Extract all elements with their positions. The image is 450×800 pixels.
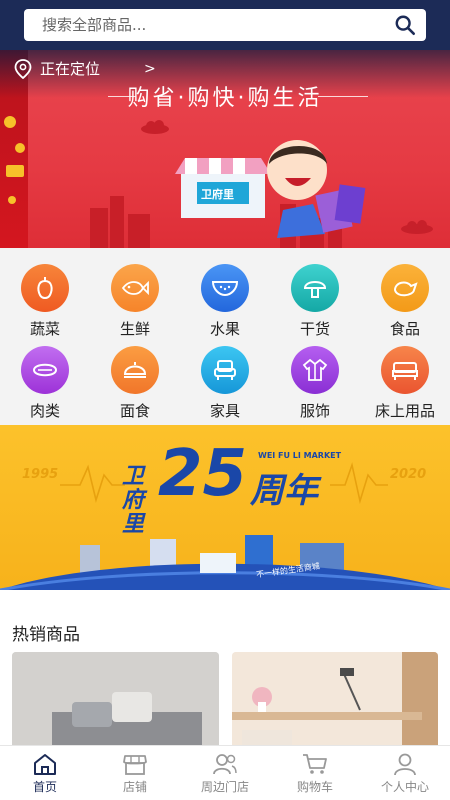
meat-icon [21, 346, 69, 394]
category-label: 生鲜 [119, 320, 150, 338]
mascot-illustration [267, 140, 366, 238]
mushroom-icon [291, 264, 339, 312]
tab-home[interactable]: 首页 [0, 752, 90, 795]
tab-label: 个人中心 [380, 780, 429, 794]
cloud-icon [401, 220, 433, 234]
city-ground-illustration [0, 535, 450, 590]
slogan-line-right [318, 96, 368, 97]
anniversary-number: 25 [158, 437, 248, 511]
hot-product-card[interactable] [232, 652, 438, 752]
tab-store[interactable]: 店铺 [90, 752, 180, 795]
tab-label: 店铺 [122, 780, 147, 794]
category-label: 水果 [209, 320, 240, 338]
user-icon [394, 753, 416, 776]
category-label: 面食 [119, 402, 150, 420]
bun-icon [111, 346, 159, 394]
anniversary-end-year: 2020 [390, 467, 427, 482]
tab-label: 首页 [32, 780, 57, 794]
category-dried-goods[interactable]: 干货 [270, 264, 360, 339]
jacket-icon [291, 346, 339, 394]
anniversary-english-name: WEI FU LI MARKET [258, 451, 342, 460]
category-clothing[interactable]: 服饰 [270, 346, 360, 421]
bottom-tab-bar: 首页 店铺 周边门店 购物车 个人中心 [0, 745, 450, 800]
search-input[interactable] [24, 9, 384, 41]
chicken-icon [381, 264, 429, 312]
promo-banner-shopping[interactable]: 购省·购快·购生活 正在定位 > 卫府里 [0, 50, 450, 248]
search-bar[interactable] [24, 9, 426, 41]
anniversary-banner[interactable]: 1995 2020 卫府里 25 WEI FU LI MARKET 周年 不一样… [0, 425, 450, 590]
cloud-icon [141, 120, 169, 134]
top-header [0, 0, 450, 50]
category-furniture[interactable]: 家具 [180, 346, 270, 421]
location-chevron: > [144, 60, 156, 77]
category-meat[interactable]: 肉类 [0, 346, 90, 421]
anniversary-start-year: 1995 [22, 467, 59, 482]
location-pin-icon [14, 58, 32, 79]
category-fruit[interactable]: 水果 [180, 264, 270, 339]
sofa-image [12, 652, 219, 752]
desk-image [232, 652, 438, 752]
location-text: 正在定位 [40, 60, 101, 78]
hot-product-card[interactable] [12, 652, 219, 752]
store-icon [123, 755, 147, 775]
category-label: 干货 [299, 320, 330, 338]
category-grid: 蔬菜 生鲜 水果 干货 食品 肉类 面食 家具 服饰 床上用品 [0, 248, 450, 425]
cart-icon [303, 754, 327, 774]
category-label: 床上用品 [374, 402, 435, 420]
anniversary-word: 周年 [250, 471, 318, 511]
nearby-icon [213, 754, 237, 775]
category-food[interactable]: 食品 [360, 264, 450, 339]
shop-sign-text: 卫府里 [201, 188, 234, 201]
bed-icon [381, 346, 429, 394]
home-icon [34, 754, 56, 775]
banner-slogan: 购省·购快·购生活 [127, 86, 323, 111]
category-bedding[interactable]: 床上用品 [360, 346, 450, 421]
pepper-icon [21, 264, 69, 312]
tab-profile[interactable]: 个人中心 [360, 752, 450, 795]
location-indicator[interactable]: 正在定位 > [14, 58, 156, 79]
watermelon-icon [201, 264, 249, 312]
tab-nearby-stores[interactable]: 周边门店 [180, 752, 270, 795]
anniversary-brand: 卫府里 [122, 464, 145, 537]
category-vegetables[interactable]: 蔬菜 [0, 264, 90, 339]
category-fresh[interactable]: 生鲜 [90, 264, 180, 339]
category-label: 家具 [209, 402, 240, 420]
category-label: 蔬菜 [29, 320, 60, 338]
category-label: 肉类 [29, 402, 60, 420]
tab-label: 周边门店 [200, 780, 249, 794]
category-label: 服饰 [299, 402, 330, 420]
fish-icon [111, 264, 159, 312]
category-label: 食品 [389, 320, 420, 338]
category-noodles[interactable]: 面食 [90, 346, 180, 421]
tab-label: 购物车 [296, 780, 333, 794]
armchair-icon [201, 346, 249, 394]
hot-products-title: 热销商品 [12, 625, 80, 645]
tab-cart[interactable]: 购物车 [270, 752, 360, 795]
search-icon[interactable] [394, 14, 416, 36]
